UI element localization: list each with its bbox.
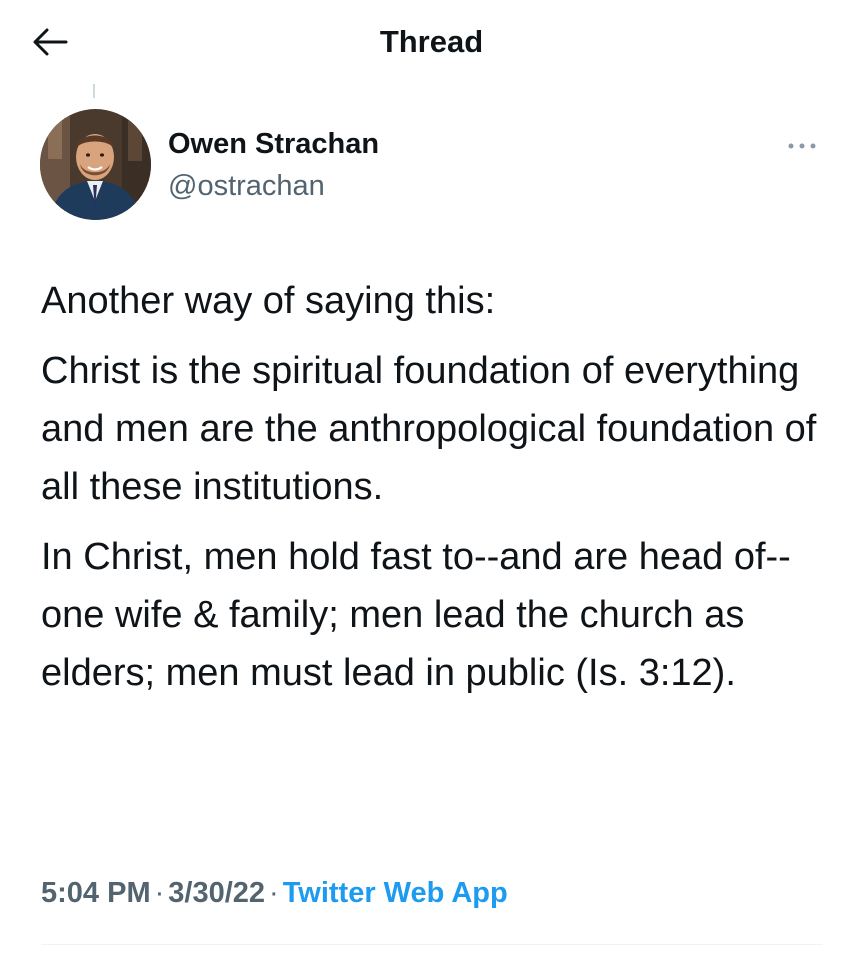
separator: · [154,877,165,909]
tweet-paragraph: Another way of saying this: [41,280,496,322]
author-name[interactable]: Owen Strachan [168,128,379,161]
tweet-source-link[interactable]: Twitter Web App [283,877,508,909]
more-horizontal-icon [788,143,816,149]
more-options-button[interactable] [780,132,824,160]
tweet-metadata: 5:04 PM · 3/30/22 · Twitter Web App [41,877,508,910]
separator: · [269,877,279,909]
avatar[interactable] [40,109,151,220]
tweet-text: Another way of saying this: Christ is th… [41,272,831,714]
tweet-paragraph: Christ is the spiritual foundation of ev… [41,350,817,508]
divider [41,944,823,945]
page-title: Thread [379,24,484,59]
tweet-date[interactable]: 3/30/22 [168,877,265,909]
tweet-time[interactable]: 5:04 PM [41,877,151,909]
tweet-paragraph: In Christ, men hold fast to--and are hea… [41,536,791,694]
author-handle[interactable]: @ostrachan [168,170,325,203]
thread-connector-line [93,84,95,98]
profile-photo [40,109,151,220]
tweet-thread-page: Thread Owen Strachan @ostrachan Another … [0,0,863,960]
top-bar: Thread [0,0,863,86]
